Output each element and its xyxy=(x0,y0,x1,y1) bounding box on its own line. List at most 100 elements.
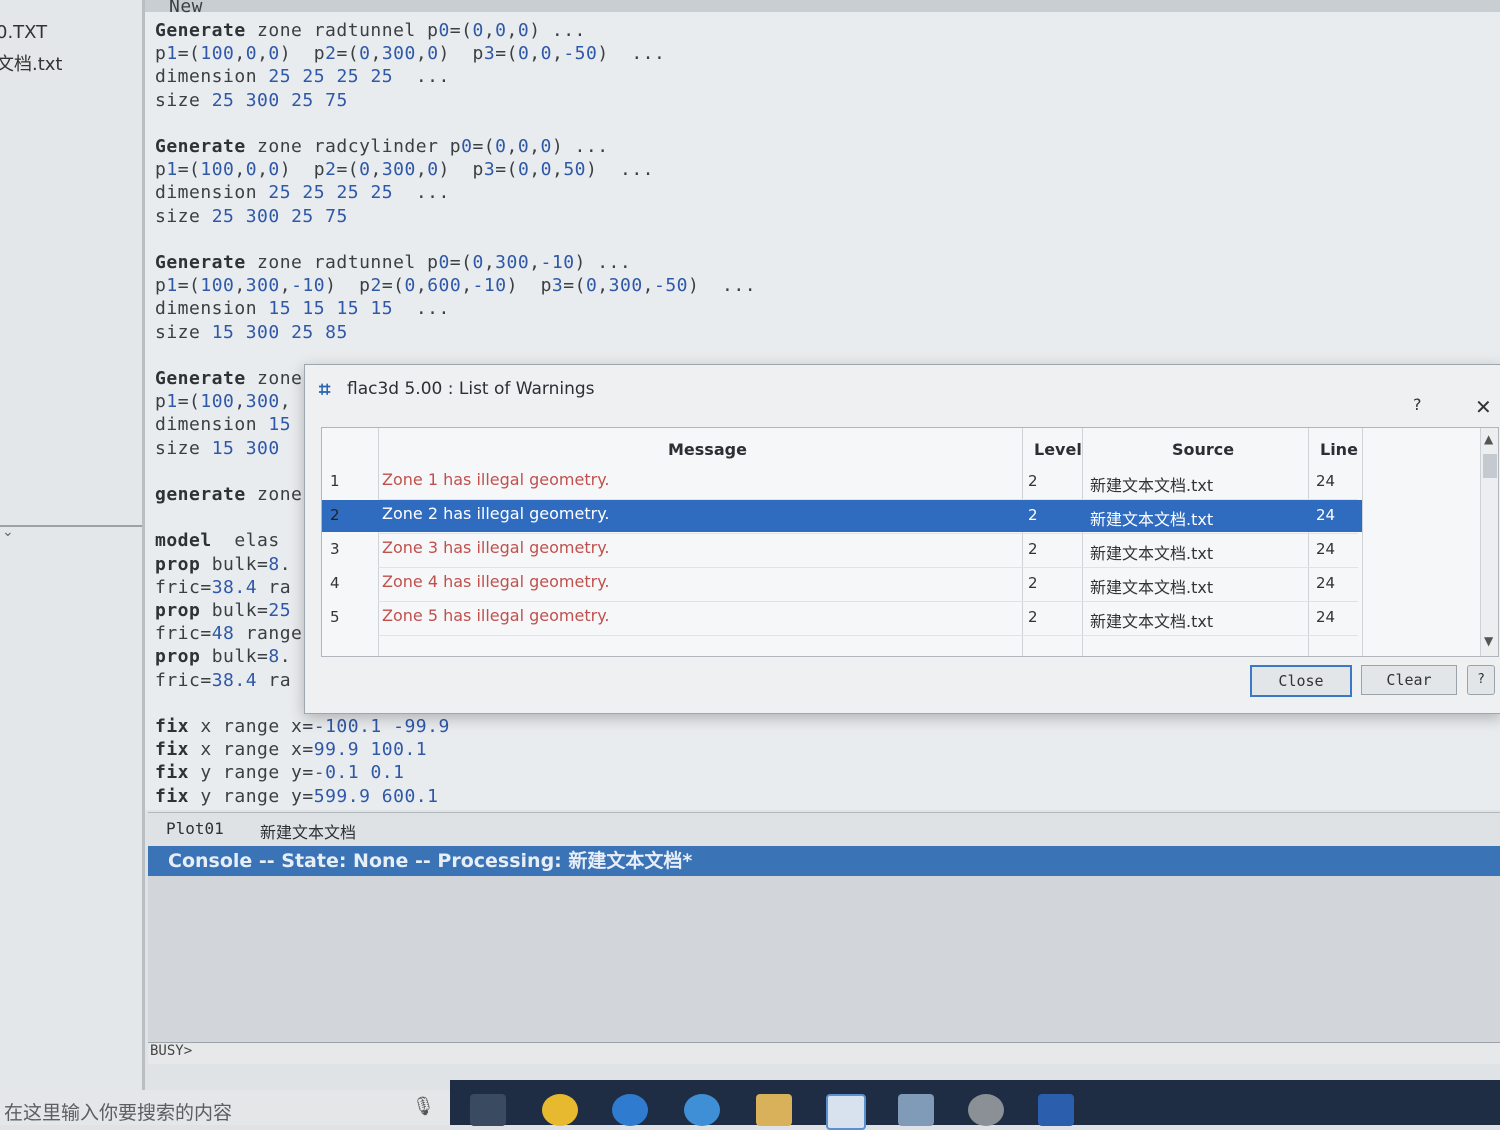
app-icon[interactable] xyxy=(898,1094,934,1126)
row-index: 5 xyxy=(330,608,340,626)
row-divider xyxy=(378,635,1358,636)
editor-line: fric=48 range xyxy=(155,623,303,645)
row-index: 2 xyxy=(330,506,340,524)
row-message: Zone 3 has illegal geometry. xyxy=(382,538,610,557)
editor-line: dimension 15 xyxy=(155,414,292,436)
editor-top-bar xyxy=(145,0,1500,12)
table-row[interactable]: 4 Zone 4 has illegal geometry. 2 新建文本文档.txt… xyxy=(322,568,1362,600)
chevron-down-icon[interactable]: ⌄ xyxy=(2,524,14,540)
editor-tabs: Plot01 新建文本文档 xyxy=(148,812,1500,847)
table-row[interactable]: 5 Zone 5 has illegal geometry. 2 新建文本文档.txt… xyxy=(322,602,1362,634)
editor-line: dimension 15 15 15 15 ... xyxy=(155,298,450,320)
editor-line: fric=38.4 ra xyxy=(155,669,292,691)
close-icon[interactable]: ✕ xyxy=(1475,395,1492,419)
row-source: 新建文本文档.txt xyxy=(1090,612,1214,631)
row-level: 2 xyxy=(1028,472,1038,490)
editor-line: prop bulk=8. xyxy=(155,553,292,575)
row-source: 新建文本文档.txt xyxy=(1090,510,1214,529)
folder-icon[interactable] xyxy=(756,1094,792,1126)
search-placeholder: 在这里输入你要搜索的内容 xyxy=(4,1102,233,1124)
editor-line: Generate zone radtunnel p0=(0,0,0) ... xyxy=(155,20,586,41)
close-button[interactable]: Close xyxy=(1250,665,1352,697)
scroll-down-icon[interactable]: ▼ xyxy=(1484,634,1493,648)
editor-line: size 25 300 25 75 xyxy=(155,89,348,111)
task-view-icon[interactable] xyxy=(470,1094,506,1126)
row-source: 新建文本文档.txt xyxy=(1090,544,1214,563)
editor-line: p1=(100,300, xyxy=(155,391,292,413)
editor-line: model elas xyxy=(155,530,280,552)
help-icon[interactable]: ? xyxy=(1413,395,1422,414)
help-button[interactable]: ? xyxy=(1467,665,1495,695)
tab-plot01[interactable]: Plot01 xyxy=(166,819,224,838)
file-manager-icon[interactable] xyxy=(542,1094,578,1126)
console-prompt[interactable]: BUSY> xyxy=(148,1042,1500,1064)
row-level: 2 xyxy=(1028,608,1038,626)
editor-line: Generate zone radtunnel p0=(0,300,-10) .… xyxy=(155,252,632,273)
editor-line: prop bulk=8. xyxy=(155,646,292,668)
console-output xyxy=(148,876,1500,1042)
editor-line: size 15 300 25 85 xyxy=(155,321,348,343)
dialog-title: flac3d 5.00 : List of Warnings xyxy=(347,379,595,399)
row-message: Zone 1 has illegal geometry. xyxy=(382,470,610,489)
warnings-dialog: ⌗ flac3d 5.00 : List of Warnings ? ✕ Mes… xyxy=(304,364,1500,714)
editor-line: generate zone xyxy=(155,484,303,505)
word-icon[interactable] xyxy=(1038,1094,1074,1126)
file-item[interactable]: 0.TXT xyxy=(0,22,47,43)
row-source: 新建文本文档.txt xyxy=(1090,578,1214,597)
user-icon[interactable] xyxy=(968,1094,1004,1126)
row-line: 24 xyxy=(1316,608,1336,626)
row-level: 2 xyxy=(1028,506,1038,524)
row-line: 24 xyxy=(1316,540,1336,558)
editor-line: dimension 25 25 25 25 ... xyxy=(155,66,450,88)
column-header-line[interactable]: Line xyxy=(1320,440,1358,459)
row-source: 新建文本文档.txt xyxy=(1090,476,1214,495)
row-level: 2 xyxy=(1028,574,1038,592)
flac3d-icon: ⌗ xyxy=(319,377,331,401)
pane-divider xyxy=(0,525,142,527)
taskbar-search[interactable]: 在这里输入你要搜索的内容 🎙 xyxy=(0,1090,450,1125)
table-row[interactable]: 2 Zone 2 has illegal geometry. 2 新建文本文档.txt… xyxy=(322,500,1362,532)
editor-line: size 25 300 25 75 xyxy=(155,205,348,227)
row-line: 24 xyxy=(1316,574,1336,592)
row-index: 1 xyxy=(330,472,340,490)
row-message: Zone 5 has illegal geometry. xyxy=(382,606,610,625)
scroll-up-icon[interactable]: ▲ xyxy=(1484,432,1493,446)
row-line: 24 xyxy=(1316,472,1336,490)
row-message: Zone 4 has illegal geometry. xyxy=(382,572,610,591)
table-row[interactable]: 1 Zone 1 has illegal geometry. 2 新建文本文档.txt… xyxy=(322,466,1362,498)
column-header-source[interactable]: Source xyxy=(1172,440,1234,459)
editor-line: p1=(100,0,0) p2=(0,300,0) p3=(0,0,50) ..… xyxy=(155,159,655,181)
editor-line: fric=38.4 ra xyxy=(155,576,292,598)
browser-icon[interactable] xyxy=(684,1094,720,1126)
row-index: 4 xyxy=(330,574,340,592)
taskbar xyxy=(450,1080,1500,1130)
tab-text-document[interactable]: 新建文本文档 xyxy=(260,819,356,843)
table-row[interactable]: 3 Zone 3 has illegal geometry. 2 新建文本文档.txt… xyxy=(322,534,1362,566)
column-header-level[interactable]: Level xyxy=(1034,440,1082,459)
file-tree-pane: 0.TXT 文档.txt ⌄ xyxy=(0,0,145,1090)
editor-line: fix y range y=599.9 600.1 xyxy=(155,785,439,807)
row-index: 3 xyxy=(330,540,340,558)
scrollbar-thumb[interactable] xyxy=(1483,454,1497,478)
editor-line: fix x range x=99.9 100.1 xyxy=(155,739,428,761)
editor-line: Generate zone radcylinder p0=(0,0,0) ... xyxy=(155,136,609,157)
row-line: 24 xyxy=(1316,506,1336,524)
row-level: 2 xyxy=(1028,540,1038,558)
row-message: Zone 2 has illegal geometry. xyxy=(382,504,610,523)
column-header-message[interactable]: Message xyxy=(668,440,747,459)
warnings-table: Message Level Source Line 1 Zone 1 has il… xyxy=(321,427,1499,657)
vertical-scrollbar[interactable]: ▲ ▼ xyxy=(1480,428,1498,656)
editor-line: dimension 25 25 25 25 ... xyxy=(155,182,450,204)
editor-line: prop bulk=25 xyxy=(155,600,292,621)
console-header: Console -- State: None -- Processing: 新建… xyxy=(148,846,1500,876)
editor-line: p1=(100,300,-10) p2=(0,600,-10) p3=(0,30… xyxy=(155,275,757,297)
clear-button[interactable]: Clear xyxy=(1361,665,1457,695)
editor-top-label: New xyxy=(169,0,204,17)
editor-line: size 15 300 xyxy=(155,437,280,459)
microphone-icon[interactable]: 🎙 xyxy=(412,1096,435,1117)
editor-line: Generate zone xyxy=(155,368,303,389)
file-item[interactable]: 文档.txt xyxy=(0,50,63,76)
editor-line: p1=(100,0,0) p2=(0,300,0) p3=(0,0,-50) .… xyxy=(155,43,666,65)
edge-icon[interactable] xyxy=(612,1094,648,1126)
editor-line: fix x range x=-100.1 -99.9 xyxy=(155,716,450,737)
